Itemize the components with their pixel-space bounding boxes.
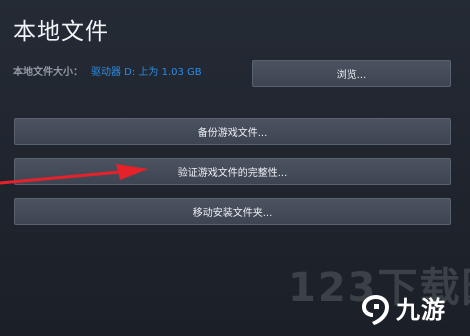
local-file-size-value: 驱动器 D: 上为 1.03 GB xyxy=(91,67,202,78)
jiuyou-logo: 九游 xyxy=(358,290,462,330)
page-title: 本地文件 xyxy=(13,19,109,45)
backup-game-files-button[interactable]: 备份游戏文件... xyxy=(14,118,451,145)
browse-button[interactable]: 浏览... xyxy=(252,60,451,87)
jiuyou-logo-text: 九游 xyxy=(396,296,446,324)
local-file-size-row: 本地文件大小： 驱动器 D: 上为 1.03 GB xyxy=(13,68,202,78)
local-file-size-label: 本地文件大小： xyxy=(13,67,83,78)
local-files-panel: 本地文件 本地文件大小： 驱动器 D: 上为 1.03 GB 浏览... 备份游戏… xyxy=(0,0,470,336)
verify-game-files-button[interactable]: 验证游戏文件的完整性... xyxy=(14,158,451,185)
jiuyou-logo-icon xyxy=(362,295,389,325)
move-install-folder-button[interactable]: 移动安装文件夹... xyxy=(14,198,451,225)
